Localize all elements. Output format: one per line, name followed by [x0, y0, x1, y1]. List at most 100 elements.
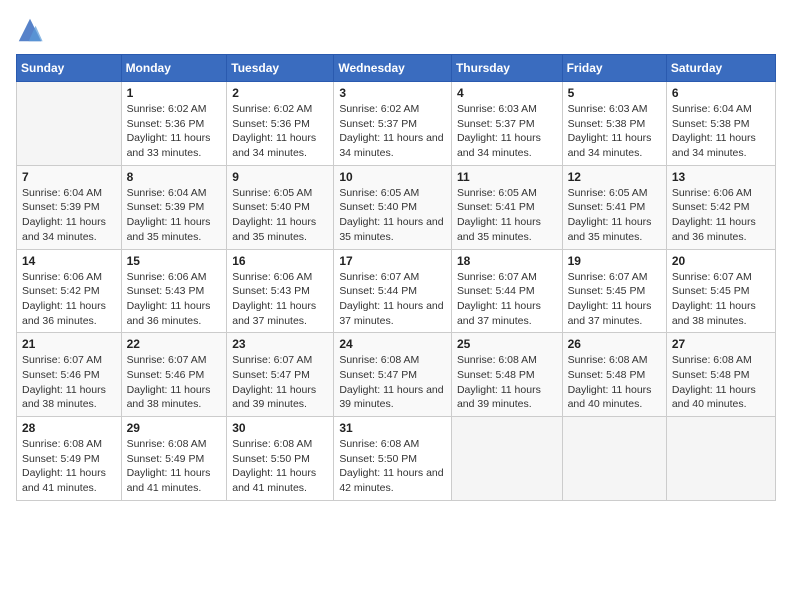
calendar-cell: 1 Sunrise: 6:02 AMSunset: 5:36 PMDayligh… [121, 82, 227, 166]
day-number: 19 [568, 254, 661, 268]
day-of-week-header: Sunday [17, 55, 122, 82]
day-number: 5 [568, 86, 661, 100]
day-info: Sunrise: 6:07 AMSunset: 5:46 PMDaylight:… [22, 353, 116, 412]
day-number: 26 [568, 337, 661, 351]
day-number: 10 [339, 170, 446, 184]
day-number: 6 [672, 86, 770, 100]
day-info: Sunrise: 6:07 AMSunset: 5:45 PMDaylight:… [672, 270, 770, 329]
day-number: 7 [22, 170, 116, 184]
day-of-week-header: Monday [121, 55, 227, 82]
day-number: 12 [568, 170, 661, 184]
calendar-cell: 30 Sunrise: 6:08 AMSunset: 5:50 PMDaylig… [227, 417, 334, 501]
calendar-cell: 6 Sunrise: 6:04 AMSunset: 5:38 PMDayligh… [666, 82, 775, 166]
calendar-cell: 27 Sunrise: 6:08 AMSunset: 5:48 PMDaylig… [666, 333, 775, 417]
calendar-cell: 12 Sunrise: 6:05 AMSunset: 5:41 PMDaylig… [562, 165, 666, 249]
day-number: 28 [22, 421, 116, 435]
calendar-cell: 24 Sunrise: 6:08 AMSunset: 5:47 PMDaylig… [334, 333, 452, 417]
day-number: 15 [127, 254, 222, 268]
day-info: Sunrise: 6:04 AMSunset: 5:39 PMDaylight:… [22, 186, 116, 245]
calendar-week-row: 1 Sunrise: 6:02 AMSunset: 5:36 PMDayligh… [17, 82, 776, 166]
day-number: 1 [127, 86, 222, 100]
day-number: 30 [232, 421, 328, 435]
day-number: 4 [457, 86, 557, 100]
day-info: Sunrise: 6:07 AMSunset: 5:44 PMDaylight:… [457, 270, 557, 329]
calendar-cell: 3 Sunrise: 6:02 AMSunset: 5:37 PMDayligh… [334, 82, 452, 166]
calendar-cell: 26 Sunrise: 6:08 AMSunset: 5:48 PMDaylig… [562, 333, 666, 417]
calendar-cell: 25 Sunrise: 6:08 AMSunset: 5:48 PMDaylig… [451, 333, 562, 417]
day-number: 18 [457, 254, 557, 268]
logo [16, 16, 48, 44]
day-number: 20 [672, 254, 770, 268]
day-info: Sunrise: 6:04 AMSunset: 5:38 PMDaylight:… [672, 102, 770, 161]
calendar-cell: 7 Sunrise: 6:04 AMSunset: 5:39 PMDayligh… [17, 165, 122, 249]
calendar-week-row: 7 Sunrise: 6:04 AMSunset: 5:39 PMDayligh… [17, 165, 776, 249]
day-info: Sunrise: 6:08 AMSunset: 5:49 PMDaylight:… [127, 437, 222, 496]
day-number: 9 [232, 170, 328, 184]
day-number: 3 [339, 86, 446, 100]
calendar-cell: 9 Sunrise: 6:05 AMSunset: 5:40 PMDayligh… [227, 165, 334, 249]
calendar-cell: 11 Sunrise: 6:05 AMSunset: 5:41 PMDaylig… [451, 165, 562, 249]
day-number: 11 [457, 170, 557, 184]
calendar-cell: 5 Sunrise: 6:03 AMSunset: 5:38 PMDayligh… [562, 82, 666, 166]
day-of-week-header: Friday [562, 55, 666, 82]
day-info: Sunrise: 6:06 AMSunset: 5:42 PMDaylight:… [672, 186, 770, 245]
day-info: Sunrise: 6:08 AMSunset: 5:48 PMDaylight:… [457, 353, 557, 412]
day-number: 27 [672, 337, 770, 351]
page-header [16, 16, 776, 44]
day-info: Sunrise: 6:04 AMSunset: 5:39 PMDaylight:… [127, 186, 222, 245]
day-info: Sunrise: 6:02 AMSunset: 5:36 PMDaylight:… [127, 102, 222, 161]
calendar-cell: 20 Sunrise: 6:07 AMSunset: 5:45 PMDaylig… [666, 249, 775, 333]
calendar-cell [666, 417, 775, 501]
calendar-header-row: SundayMondayTuesdayWednesdayThursdayFrid… [17, 55, 776, 82]
calendar-cell: 13 Sunrise: 6:06 AMSunset: 5:42 PMDaylig… [666, 165, 775, 249]
day-info: Sunrise: 6:02 AMSunset: 5:37 PMDaylight:… [339, 102, 446, 161]
day-info: Sunrise: 6:08 AMSunset: 5:47 PMDaylight:… [339, 353, 446, 412]
day-info: Sunrise: 6:05 AMSunset: 5:41 PMDaylight:… [457, 186, 557, 245]
calendar-cell: 23 Sunrise: 6:07 AMSunset: 5:47 PMDaylig… [227, 333, 334, 417]
day-number: 2 [232, 86, 328, 100]
calendar-cell [17, 82, 122, 166]
day-of-week-header: Saturday [666, 55, 775, 82]
calendar-cell: 4 Sunrise: 6:03 AMSunset: 5:37 PMDayligh… [451, 82, 562, 166]
day-number: 13 [672, 170, 770, 184]
calendar-cell: 8 Sunrise: 6:04 AMSunset: 5:39 PMDayligh… [121, 165, 227, 249]
day-number: 23 [232, 337, 328, 351]
day-number: 14 [22, 254, 116, 268]
day-info: Sunrise: 6:08 AMSunset: 5:48 PMDaylight:… [672, 353, 770, 412]
day-info: Sunrise: 6:07 AMSunset: 5:47 PMDaylight:… [232, 353, 328, 412]
day-info: Sunrise: 6:08 AMSunset: 5:50 PMDaylight:… [339, 437, 446, 496]
calendar-week-row: 28 Sunrise: 6:08 AMSunset: 5:49 PMDaylig… [17, 417, 776, 501]
logo-icon [16, 16, 44, 44]
day-number: 24 [339, 337, 446, 351]
day-number: 25 [457, 337, 557, 351]
day-number: 29 [127, 421, 222, 435]
day-info: Sunrise: 6:06 AMSunset: 5:42 PMDaylight:… [22, 270, 116, 329]
day-number: 31 [339, 421, 446, 435]
day-info: Sunrise: 6:05 AMSunset: 5:40 PMDaylight:… [339, 186, 446, 245]
day-info: Sunrise: 6:05 AMSunset: 5:41 PMDaylight:… [568, 186, 661, 245]
calendar-cell: 16 Sunrise: 6:06 AMSunset: 5:43 PMDaylig… [227, 249, 334, 333]
calendar-cell: 19 Sunrise: 6:07 AMSunset: 5:45 PMDaylig… [562, 249, 666, 333]
calendar-cell: 18 Sunrise: 6:07 AMSunset: 5:44 PMDaylig… [451, 249, 562, 333]
day-number: 8 [127, 170, 222, 184]
calendar-cell: 2 Sunrise: 6:02 AMSunset: 5:36 PMDayligh… [227, 82, 334, 166]
calendar-week-row: 14 Sunrise: 6:06 AMSunset: 5:42 PMDaylig… [17, 249, 776, 333]
day-number: 22 [127, 337, 222, 351]
day-info: Sunrise: 6:03 AMSunset: 5:38 PMDaylight:… [568, 102, 661, 161]
calendar-week-row: 21 Sunrise: 6:07 AMSunset: 5:46 PMDaylig… [17, 333, 776, 417]
calendar-cell: 28 Sunrise: 6:08 AMSunset: 5:49 PMDaylig… [17, 417, 122, 501]
calendar-cell [451, 417, 562, 501]
day-of-week-header: Thursday [451, 55, 562, 82]
day-number: 17 [339, 254, 446, 268]
day-number: 16 [232, 254, 328, 268]
calendar-cell: 10 Sunrise: 6:05 AMSunset: 5:40 PMDaylig… [334, 165, 452, 249]
day-info: Sunrise: 6:08 AMSunset: 5:49 PMDaylight:… [22, 437, 116, 496]
day-info: Sunrise: 6:06 AMSunset: 5:43 PMDaylight:… [127, 270, 222, 329]
day-info: Sunrise: 6:07 AMSunset: 5:46 PMDaylight:… [127, 353, 222, 412]
day-info: Sunrise: 6:07 AMSunset: 5:44 PMDaylight:… [339, 270, 446, 329]
day-of-week-header: Wednesday [334, 55, 452, 82]
day-info: Sunrise: 6:02 AMSunset: 5:36 PMDaylight:… [232, 102, 328, 161]
calendar-table: SundayMondayTuesdayWednesdayThursdayFrid… [16, 54, 776, 501]
day-info: Sunrise: 6:06 AMSunset: 5:43 PMDaylight:… [232, 270, 328, 329]
day-number: 21 [22, 337, 116, 351]
